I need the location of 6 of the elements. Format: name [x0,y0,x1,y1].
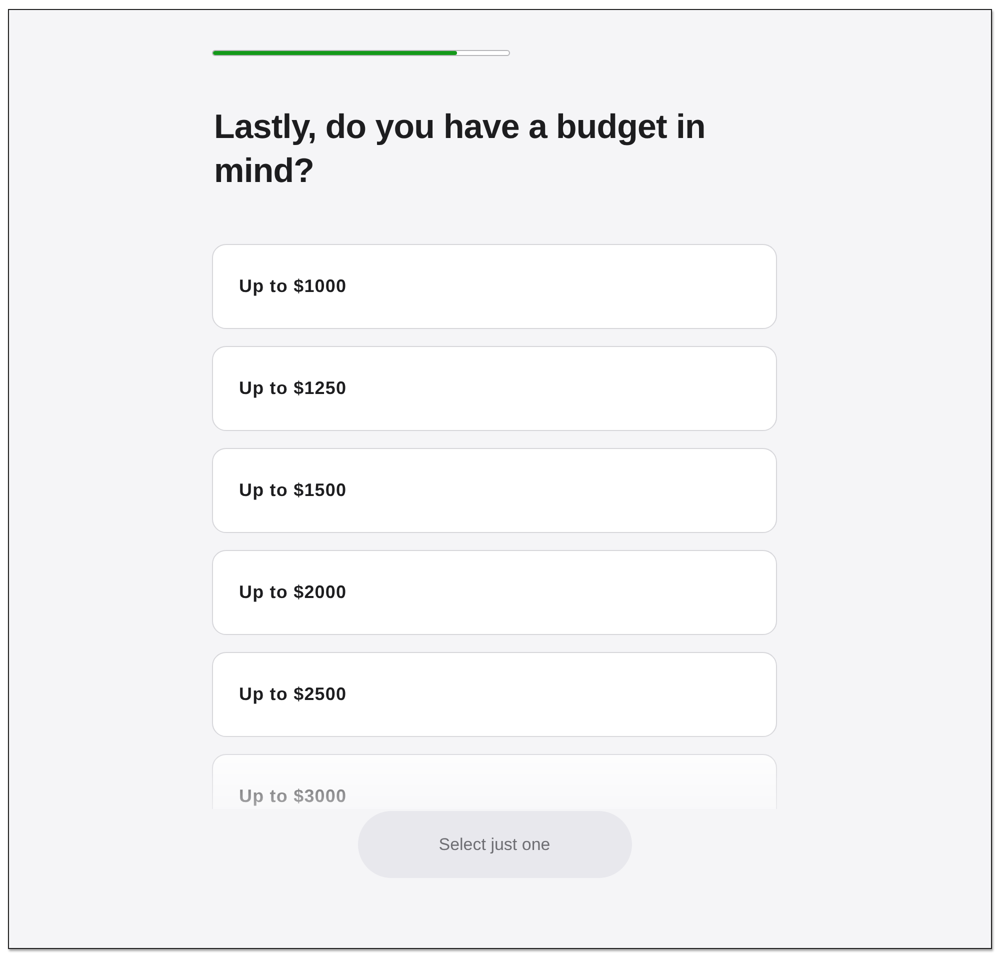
option-card[interactable]: Up to $2000 [212,550,777,635]
option-card[interactable]: Up to $1500 [212,448,777,533]
question-heading: Lastly, do you have a budget in mind? [214,107,706,192]
option-card[interactable]: Up to $1000 [212,244,777,329]
option-card[interactable]: Up to $2500 [212,652,777,737]
option-card[interactable]: Up to $1250 [212,346,777,431]
